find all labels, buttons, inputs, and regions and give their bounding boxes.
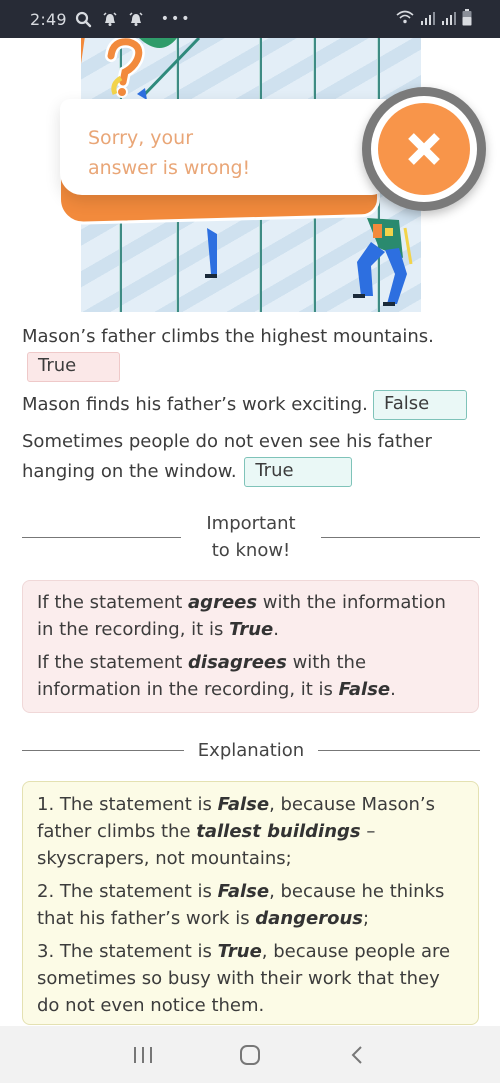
search-icon — [75, 10, 93, 28]
explanation-item-3: 3. The statement is True, because people… — [37, 938, 464, 1019]
rule-value: True — [229, 619, 274, 640]
important-box: If the statement agrees with the informa… — [22, 580, 479, 713]
explanation-keyword: dangerous — [255, 908, 364, 929]
status-left: 2:49 ••• — [30, 10, 192, 29]
divider — [22, 750, 184, 751]
question-text: Mason finds his father’s work exciting. — [22, 394, 368, 415]
question-text: Mason’s father climbs the highest mounta… — [22, 326, 434, 347]
close-x-icon — [408, 133, 440, 165]
explanation-item-1: 1. The statement is False, because Mason… — [37, 791, 464, 872]
alarm-icon — [127, 10, 145, 28]
divider — [318, 750, 480, 751]
explanation-text: 2. The statement is — [37, 881, 218, 902]
home-button[interactable] — [230, 1035, 270, 1075]
recent-apps-button[interactable] — [123, 1035, 163, 1075]
navigation-bar — [0, 1026, 500, 1083]
question-text: Sometimes people do not even see his fat… — [22, 431, 432, 482]
recent-apps-icon — [134, 1046, 153, 1063]
more-dots-icon: ••• — [160, 11, 192, 27]
rule-text: If the statement — [37, 592, 189, 613]
question-2: Mason finds his father’s work exciting. — [22, 390, 368, 420]
home-icon — [239, 1044, 260, 1065]
important-rule-2: If the statement disagrees with the info… — [37, 649, 464, 703]
feedback-line-2: answer is wrong! — [88, 157, 251, 179]
explanation-text: 3. The statement is — [37, 941, 218, 962]
explanation-value: False — [217, 794, 270, 815]
explanation-title: Explanation — [197, 740, 305, 761]
explanation-item-2: 2. The statement is False, because he th… — [37, 878, 464, 932]
answer-field-wrong[interactable]: True — [27, 352, 120, 382]
important-rule-1: If the statement agrees with the informa… — [37, 589, 464, 643]
close-badge-core — [378, 103, 470, 195]
explanation-value: False — [217, 881, 270, 902]
status-bar: 2:49 ••• — [0, 0, 500, 38]
questions-list: Mason’s father climbs the highest mounta… — [22, 322, 482, 487]
explanation-keyword: tallest buildings — [196, 821, 361, 842]
rule-text: . — [390, 679, 396, 700]
explanation-header: Explanation — [22, 737, 480, 764]
feedback-line-1: Sorry, your — [88, 127, 194, 149]
question-1: Mason’s father climbs the highest mounta… — [22, 322, 482, 352]
explanation-text: 1. The statement is — [37, 794, 218, 815]
signal-icon — [420, 10, 436, 29]
alarm-icon — [101, 10, 119, 28]
important-title: Important to know! — [206, 513, 296, 561]
explanation-box: 1. The statement is False, because Mason… — [22, 781, 479, 1025]
divider — [22, 536, 181, 538]
status-right — [395, 8, 472, 30]
battery-icon — [462, 8, 472, 30]
divider — [321, 536, 480, 538]
back-icon — [351, 1045, 362, 1064]
rule-text: If the statement — [37, 652, 189, 673]
signal-icon — [441, 10, 457, 29]
important-header: Important to know! — [22, 510, 480, 564]
wifi-icon — [395, 9, 415, 29]
explanation-text: ; — [363, 908, 370, 929]
answer-field-correct[interactable]: True — [244, 457, 353, 487]
answer-field-correct[interactable]: False — [373, 390, 467, 420]
close-badge-ring — [371, 96, 477, 202]
explanation-value: True — [217, 941, 262, 962]
rule-text: . — [273, 619, 279, 640]
feedback-message: Sorry, your answer is wrong! — [88, 123, 250, 183]
rule-keyword: disagrees — [188, 652, 287, 673]
back-button[interactable] — [337, 1035, 377, 1075]
rule-value: False — [338, 679, 391, 700]
question-3: Sometimes people do not even see his fat… — [22, 427, 442, 487]
status-time: 2:49 — [30, 9, 67, 29]
close-feedback-button[interactable] — [362, 87, 486, 211]
feedback-popup: Sorry, your answer is wrong! — [58, 99, 388, 226]
rule-keyword: agrees — [188, 592, 258, 613]
